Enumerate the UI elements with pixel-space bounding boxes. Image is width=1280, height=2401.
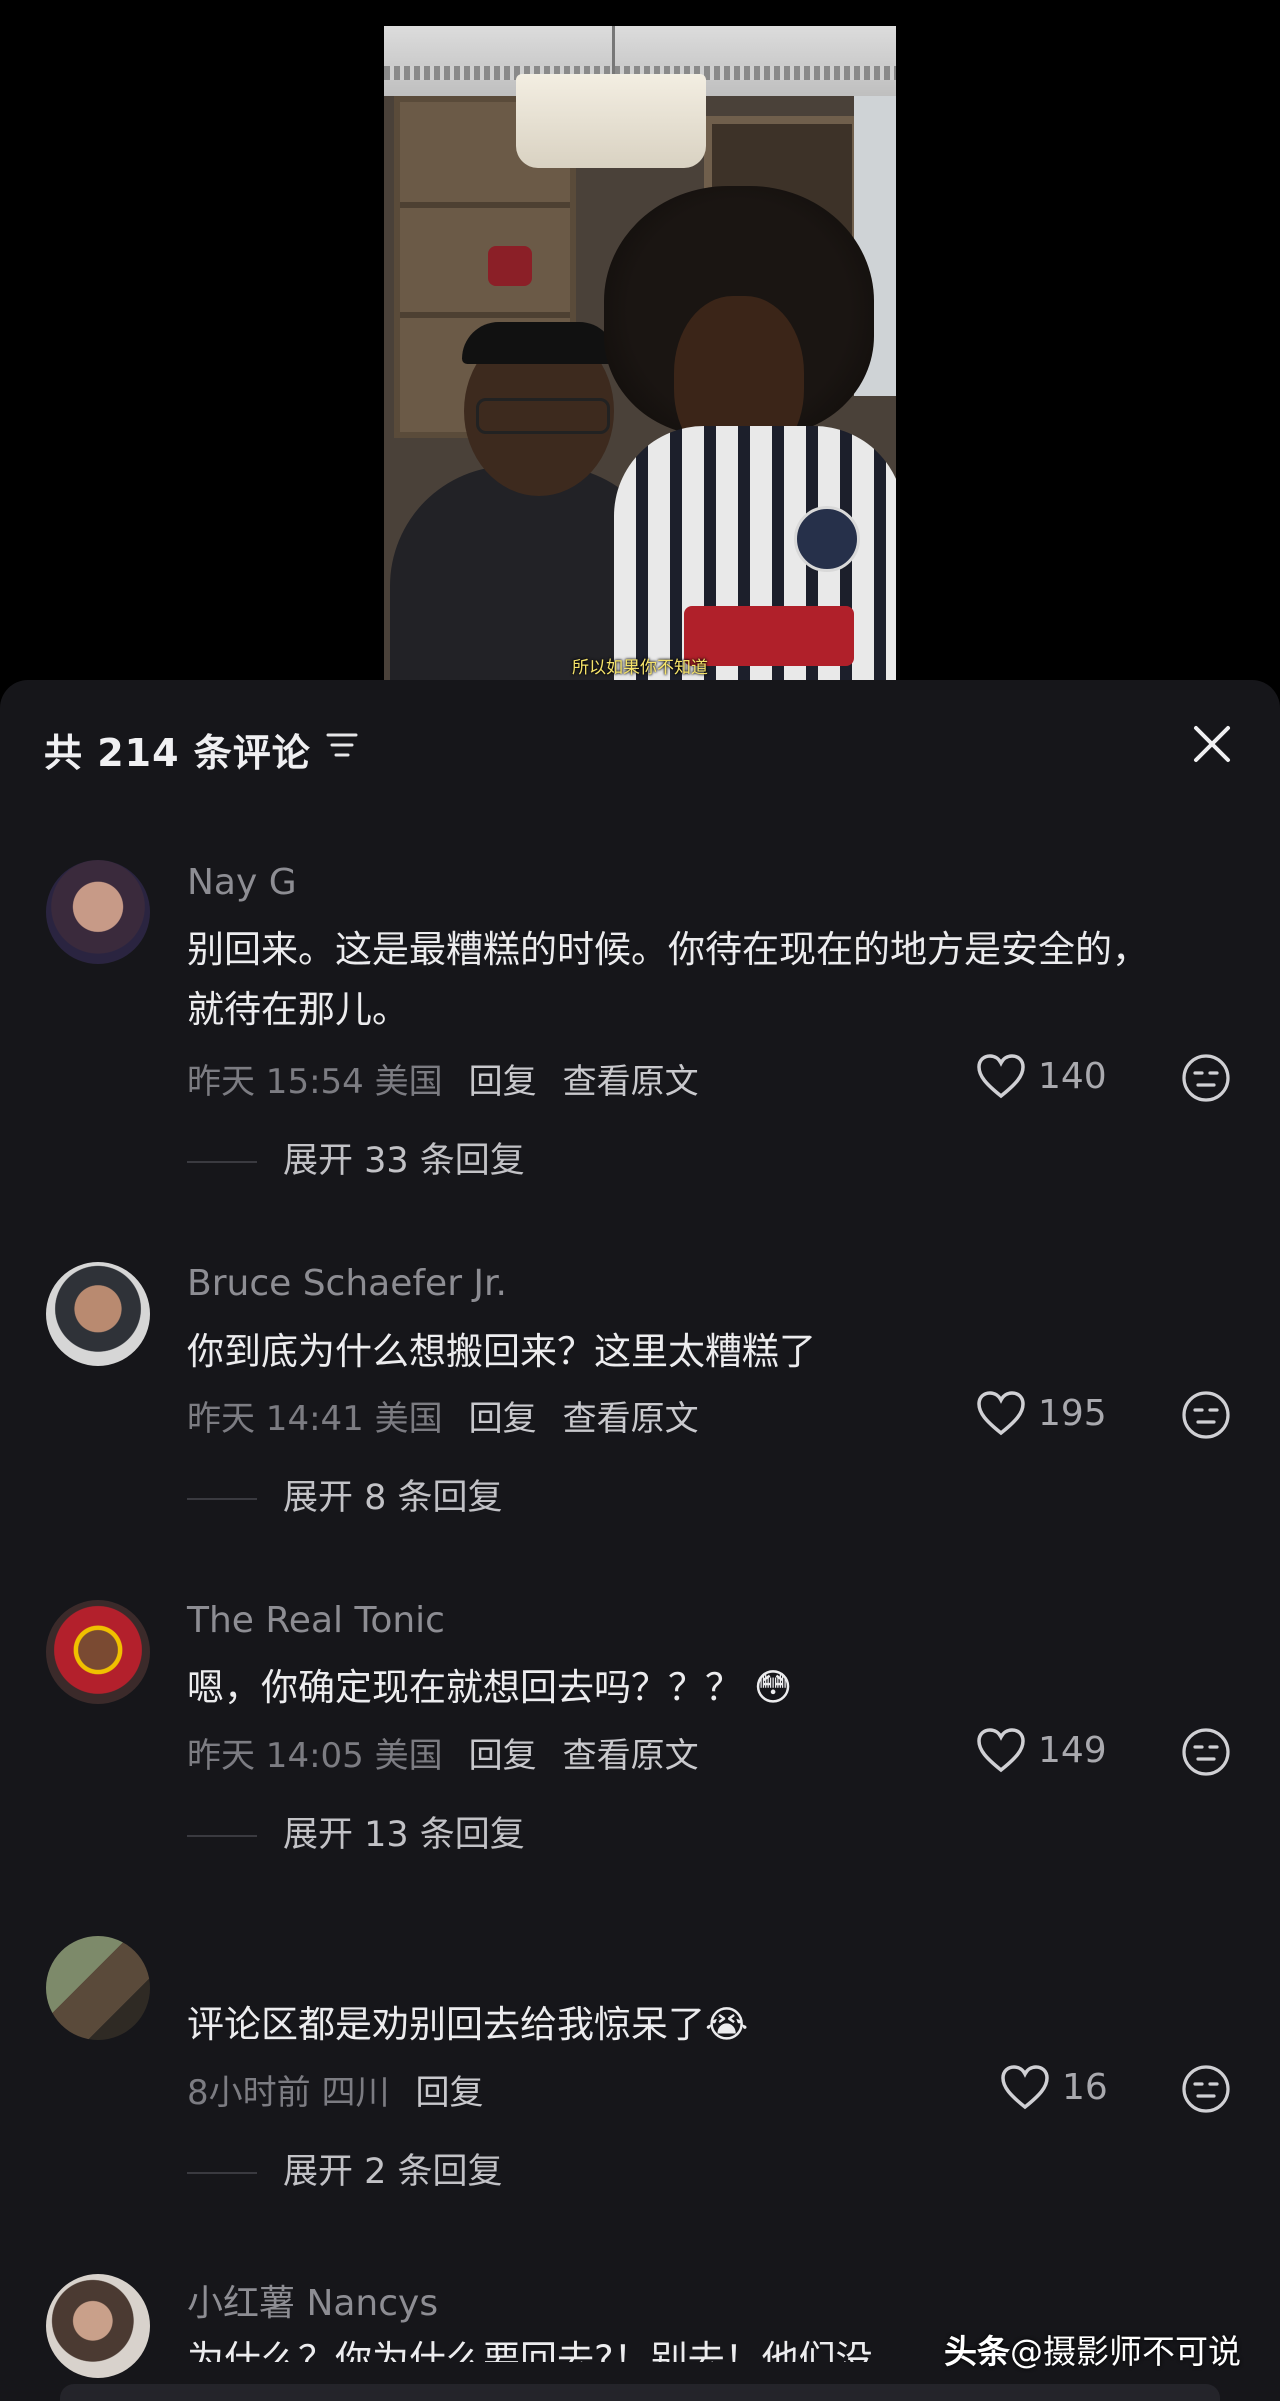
comment-text: 为什么？你为什么要回去?！别去！他们没 xyxy=(187,2338,873,2362)
reply-button[interactable]: 回复 xyxy=(469,1062,537,1102)
emoji-reaction-icon[interactable] xyxy=(1180,1726,1232,1778)
view-original-button[interactable]: 查看原文 xyxy=(563,1399,699,1439)
comments-header: 共 214 条评论 xyxy=(0,680,1280,810)
comment-time: 昨天 14:41 美国 xyxy=(187,1399,443,1439)
expand-replies-button[interactable]: 展开 13 条回复 xyxy=(187,1806,525,1857)
avatar[interactable] xyxy=(46,1600,150,1704)
view-original-button[interactable]: 查看原文 xyxy=(563,1736,699,1776)
avatar[interactable] xyxy=(46,860,150,964)
expand-replies-button[interactable]: 展开 2 条回复 xyxy=(187,2143,503,2194)
avatar[interactable] xyxy=(46,1262,150,1366)
video-frame-lamp-cord xyxy=(612,26,615,76)
comment-meta: 昨天 15:54 美国 回复 查看原文 xyxy=(187,1054,699,1103)
comment-author[interactable]: Bruce Schaefer Jr. xyxy=(187,1263,507,1304)
like-count: 195 xyxy=(1038,1393,1107,1434)
avatar[interactable] xyxy=(46,2274,150,2378)
watermark-handle: @摄影师不可说 xyxy=(1010,2332,1241,2371)
comment-meta: 昨天 14:05 美国 回复 查看原文 xyxy=(187,1728,699,1777)
heart-icon xyxy=(1001,2065,1049,2110)
expand-replies-button[interactable]: 展开 8 条回复 xyxy=(187,1469,503,1520)
heart-icon xyxy=(977,1391,1025,1436)
like-button[interactable]: 140 xyxy=(976,1048,1107,1108)
comment-text: 嗯，你确定现在就想回去吗？？？ 😳 xyxy=(187,1666,793,1709)
comment-input-bar[interactable] xyxy=(60,2384,1220,2401)
like-count: 16 xyxy=(1062,2067,1108,2108)
like-button[interactable]: 149 xyxy=(976,1722,1107,1782)
comment-text: 评论区都是劝别回去给我惊呆了😭 xyxy=(187,2003,749,2046)
comment-text: 别回来。这是最糟糕的时候。你待在现在的地方是安全的，就待在那儿。 xyxy=(187,928,1149,1031)
close-icon[interactable] xyxy=(1190,722,1234,766)
reply-button[interactable]: 回复 xyxy=(469,1736,537,1776)
sort-icon[interactable] xyxy=(324,730,360,760)
expand-divider xyxy=(187,1498,257,1500)
comment-time: 昨天 14:05 美国 xyxy=(187,1736,443,1776)
heart-icon xyxy=(977,1728,1025,1773)
watermark-brand: 头条 xyxy=(944,2332,1010,2371)
video-frame-jersey-logo xyxy=(794,506,860,572)
expand-replies-label: 展开 8 条回复 xyxy=(283,1478,503,1518)
avatar[interactable] xyxy=(46,1936,150,2040)
like-count: 149 xyxy=(1038,1730,1107,1771)
video-frame-lamp xyxy=(516,74,706,168)
like-count: 140 xyxy=(1038,1056,1107,1097)
expand-replies-label: 展开 33 条回复 xyxy=(283,1141,525,1181)
video-frame-glasses xyxy=(476,398,610,434)
comment-time: 8小时前 四川 xyxy=(187,2073,390,2113)
comment-text: 你到底为什么想搬回来？这里太糟糕了 xyxy=(187,1330,816,1373)
video-frame-bag xyxy=(488,246,532,286)
expand-replies-label: 展开 13 条回复 xyxy=(283,1815,525,1855)
video-caption: 所以如果你不知道 xyxy=(572,658,708,678)
expand-replies-button[interactable]: 展开 33 条回复 xyxy=(187,1132,525,1183)
like-button[interactable]: 16 xyxy=(1000,2059,1130,2119)
comment-author[interactable]: The Real Tonic xyxy=(187,1600,445,1641)
expand-divider xyxy=(187,2172,257,2174)
comments-count-title: 共 214 条评论 xyxy=(44,731,311,775)
reply-button[interactable]: 回复 xyxy=(415,2073,483,2113)
comment-meta: 昨天 14:41 美国 回复 查看原文 xyxy=(187,1391,699,1440)
heart-icon xyxy=(977,1054,1025,1099)
expand-divider xyxy=(187,1835,257,1837)
comment-author[interactable]: Nay G xyxy=(187,862,297,903)
expand-divider xyxy=(187,1161,257,1163)
view-original-button[interactable]: 查看原文 xyxy=(563,1062,699,1102)
video-frame-headband xyxy=(462,322,616,364)
comment-meta: 8小时前 四川 回复 xyxy=(187,2065,483,2114)
comment-time: 昨天 15:54 美国 xyxy=(187,1062,443,1102)
like-button[interactable]: 195 xyxy=(976,1385,1107,1445)
emoji-reaction-icon[interactable] xyxy=(1180,1052,1232,1104)
reply-button[interactable]: 回复 xyxy=(469,1399,537,1439)
video-player[interactable]: 所以如果你不知道 xyxy=(384,26,896,680)
watermark: 头条@摄影师不可说 xyxy=(944,2325,1241,2373)
emoji-reaction-icon[interactable] xyxy=(1180,2063,1232,2115)
emoji-reaction-icon[interactable] xyxy=(1180,1389,1232,1441)
comment-author[interactable]: 小红薯 Nancys xyxy=(187,2274,438,2326)
expand-replies-label: 展开 2 条回复 xyxy=(283,2152,503,2192)
